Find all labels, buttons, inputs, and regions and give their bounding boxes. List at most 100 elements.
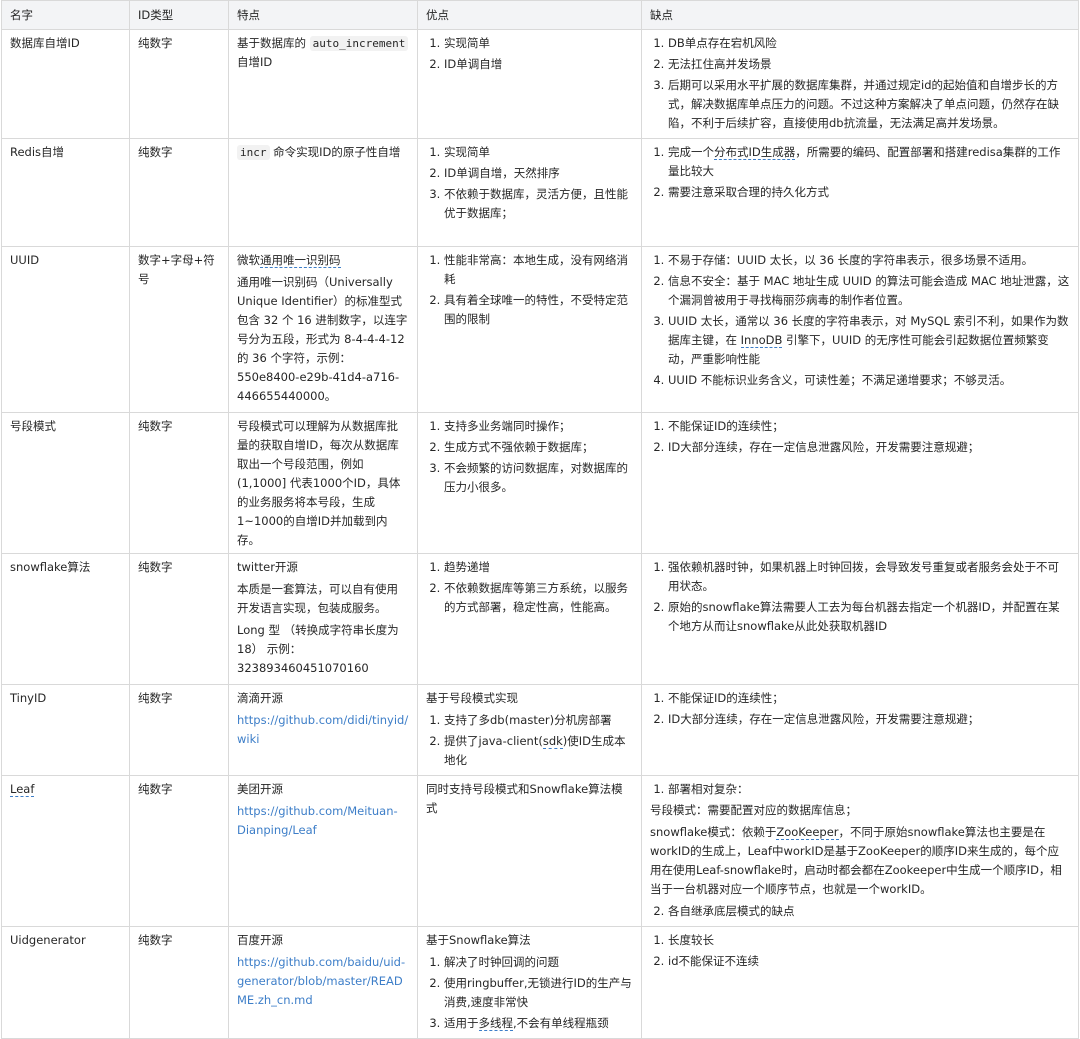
cell-type: 纯数字 — [129, 138, 229, 247]
cell-cons: 不易于存储：UUID 太长，以 36 长度的字符串表示，很多场景不适用。 信息不… — [641, 246, 1079, 413]
list-item: 需要注意采取合理的持久化方式 — [668, 183, 1070, 202]
cell-pros: 基于号段模式实现 支持了多db(master)分机房部署 提供了java-cli… — [417, 684, 642, 776]
list-item: 不能保证ID的连续性； — [668, 689, 1070, 708]
list-item: 不会频繁的访问数据库，对数据库的压力小很多。 — [444, 459, 633, 497]
list-item: 具有着全球唯一的特性，不受特定范围的限制 — [444, 291, 633, 329]
table-row: 号段模式 纯数字 号段模式可以理解为从数据库批量的获取自增ID，每次从数据库取出… — [1, 412, 1079, 554]
list-item: 后期可以采用水平扩展的数据库集群，并通过规定id的起始值和自增步长的方式，解决数… — [668, 76, 1070, 133]
list-item: UUID 太长，通常以 36 长度的字符串表示，对 MySQL 索引不利，如果作… — [668, 312, 1070, 369]
list-item: 实现简单 — [444, 34, 633, 53]
list-item: 各自继承底层模式的缺点 — [668, 902, 1070, 921]
cell-cons: 不能保证ID的连续性； ID大部分连续，存在一定信息泄露风险，开发需要注意规避； — [641, 412, 1079, 554]
header-id-type: ID类型 — [129, 0, 229, 30]
list-item: 原始的snowflake算法需要人工去为每台机器去指定一个机器ID，并配置在某个… — [668, 598, 1070, 636]
cell-features: 百度开源 https://github.com/baidu/uid-genera… — [228, 926, 418, 1039]
list-item: ID单调自增，天然排序 — [444, 164, 633, 183]
leaf-link[interactable]: Leaf — [10, 782, 35, 797]
cell-features: incr 命令实现ID的原子性自增 — [228, 138, 418, 247]
multithread-link[interactable]: 多线程 — [478, 1016, 513, 1031]
table-header-row: 名字 ID类型 特点 优点 缺点 — [1, 0, 1079, 30]
cell-name: TinyID — [1, 684, 130, 776]
cell-type: 纯数字 — [129, 29, 229, 139]
cell-name: snowflake算法 — [1, 553, 130, 685]
sdk-link[interactable]: sdk — [542, 734, 563, 749]
uidgenerator-github-link[interactable]: https://github.com/baidu/uid-generator/b… — [237, 953, 409, 1010]
code-snippet: auto_increment — [309, 36, 409, 51]
cell-name: Leaf — [1, 775, 130, 927]
list-item: 完成一个分布式ID生成器，所需要的编码、配置部署和搭建redisa集群的工作量比… — [668, 143, 1070, 181]
list-item: 生成方式不强依赖于数据库； — [444, 438, 633, 457]
cell-name: Redis自增 — [1, 138, 130, 247]
cell-type: 纯数字 — [129, 926, 229, 1039]
cell-pros: 基于Snowflake算法 解决了时钟回调的问题 使用ringbuffer,无锁… — [417, 926, 642, 1039]
cell-features: 美团开源 https://github.com/Meituan-Dianping… — [228, 775, 418, 927]
uuid-link[interactable]: 通用唯一识别码 — [260, 253, 341, 268]
list-item: 强依赖机器时钟，如果机器上时钟回拨，会导致发号重复或者服务会处于不可用状态。 — [668, 558, 1070, 596]
cell-type: 数字+字母+符号 — [129, 246, 229, 413]
list-item: 不能保证ID的连续性； — [668, 417, 1070, 436]
cell-cons: 完成一个分布式ID生成器，所需要的编码、配置部署和搭建redisa集群的工作量比… — [641, 138, 1079, 247]
table-row: 数据库自增ID 纯数字 基于数据库的 auto_increment 自增ID 实… — [1, 29, 1079, 139]
cell-type: 纯数字 — [129, 775, 229, 927]
list-item: ID大部分连续，存在一定信息泄露风险，开发需要注意规避； — [668, 438, 1070, 457]
cell-pros: 同时支持号段模式和Snowflake算法模式 — [417, 775, 642, 927]
cell-pros: 性能非常高：本地生成，没有网络消耗 具有着全球唯一的特性，不受特定范围的限制 — [417, 246, 642, 413]
cell-cons: DB单点存在宕机风险 无法扛住高并发场景 后期可以采用水平扩展的数据库集群，并通… — [641, 29, 1079, 139]
list-item: 不易于存储：UUID 太长，以 36 长度的字符串表示，很多场景不适用。 — [668, 251, 1070, 270]
table-row: TinyID 纯数字 滴滴开源 https://github.com/didi/… — [1, 684, 1079, 776]
cell-pros: 实现简单 ID单调自增，天然排序 不依赖于数据库，灵活方便，且性能优于数据库； — [417, 138, 642, 247]
list-item: 支持了多db(master)分机房部署 — [444, 711, 633, 730]
table-row: Redis自增 纯数字 incr 命令实现ID的原子性自增 实现简单 ID单调自… — [1, 138, 1079, 247]
list-item: 不依赖数据库等第三方系统，以服务的方式部署，稳定性高，性能高。 — [444, 579, 633, 617]
cell-type: 纯数字 — [129, 684, 229, 776]
list-item: 不依赖于数据库，灵活方便，且性能优于数据库； — [444, 185, 633, 223]
list-item: UUID 不能标识业务含义，可读性差；不满足递增要求；不够灵活。 — [668, 371, 1070, 390]
list-item: 趋势递增 — [444, 558, 633, 577]
list-item: 解决了时钟回调的问题 — [444, 953, 633, 972]
list-item: ID大部分连续，存在一定信息泄露风险，开发需要注意规避； — [668, 710, 1070, 729]
cell-pros: 支持多业务端同时操作； 生成方式不强依赖于数据库； 不会频繁的访问数据库，对数据… — [417, 412, 642, 554]
cell-type: 纯数字 — [129, 412, 229, 554]
list-item: 提供了java-client(sdk)使ID生成本地化 — [444, 732, 633, 770]
cell-cons: 部署相对复杂： 号段模式：需要配置对应的数据库信息； snowflake模式：依… — [641, 775, 1079, 927]
cell-features: 滴滴开源 https://github.com/didi/tinyid/wiki — [228, 684, 418, 776]
distributed-id-link[interactable]: 分布式ID生成器 — [714, 145, 796, 160]
cell-features: 号段模式可以理解为从数据库批量的获取自增ID，每次从数据库取出一个号段范围，例如… — [228, 412, 418, 554]
id-comparison-table: 名字 ID类型 特点 优点 缺点 数据库自增ID 纯数字 基于数据库的 auto… — [1, 0, 1079, 1039]
cell-name: UUID — [1, 246, 130, 413]
list-item: 支持多业务端同时操作； — [444, 417, 633, 436]
header-features: 特点 — [228, 0, 418, 30]
list-item: 实现简单 — [444, 143, 633, 162]
innodb-link[interactable]: InnoDB — [740, 333, 783, 348]
cell-cons: 不能保证ID的连续性； ID大部分连续，存在一定信息泄露风险，开发需要注意规避； — [641, 684, 1079, 776]
cell-features: 微软通用唯一识别码 通用唯一识别码（Universally Unique Ide… — [228, 246, 418, 413]
cell-cons: 强依赖机器时钟，如果机器上时钟回拨，会导致发号重复或者服务会处于不可用状态。 原… — [641, 553, 1079, 685]
list-item: 性能非常高：本地生成，没有网络消耗 — [444, 251, 633, 289]
list-item: ID单调自增 — [444, 55, 633, 74]
header-cons: 缺点 — [641, 0, 1079, 30]
cell-name: Uidgenerator — [1, 926, 130, 1039]
header-pros: 优点 — [417, 0, 642, 30]
list-item: 信息不安全：基于 MAC 地址生成 UUID 的算法可能会造成 MAC 地址泄露… — [668, 272, 1070, 310]
list-item: 长度较长 — [668, 931, 1070, 950]
list-item: 适用于多线程,不会有单线程瓶颈 — [444, 1014, 633, 1033]
list-item: 使用ringbuffer,无锁进行ID的生产与消费,速度非常快 — [444, 974, 633, 1012]
cell-pros: 实现简单 ID单调自增 — [417, 29, 642, 139]
cell-cons: 长度较长 id不能保证不连续 — [641, 926, 1079, 1039]
table-row: Leaf 纯数字 美团开源 https://github.com/Meituan… — [1, 775, 1079, 927]
cell-type: 纯数字 — [129, 553, 229, 685]
leaf-github-link[interactable]: https://github.com/Meituan-Dianping/Leaf — [237, 802, 409, 840]
cell-features: 基于数据库的 auto_increment 自增ID — [228, 29, 418, 139]
cell-features: twitter开源 本质是一套算法，可以自有使用开发语言实现，包装成服务。 Lo… — [228, 553, 418, 685]
table-row: Uidgenerator 纯数字 百度开源 https://github.com… — [1, 926, 1079, 1039]
header-name: 名字 — [1, 0, 130, 30]
cell-name: 号段模式 — [1, 412, 130, 554]
code-snippet: incr — [237, 145, 270, 160]
zookeeper-link[interactable]: ZooKeeper — [776, 825, 839, 840]
list-item: id不能保证不连续 — [668, 952, 1070, 971]
tinyid-github-link[interactable]: https://github.com/didi/tinyid/wiki — [237, 711, 409, 749]
cell-pros: 趋势递增 不依赖数据库等第三方系统，以服务的方式部署，稳定性高，性能高。 — [417, 553, 642, 685]
table-row: UUID 数字+字母+符号 微软通用唯一识别码 通用唯一识别码（Universa… — [1, 246, 1079, 413]
list-item: 无法扛住高并发场景 — [668, 55, 1070, 74]
table-row: snowflake算法 纯数字 twitter开源 本质是一套算法，可以自有使用… — [1, 553, 1079, 685]
